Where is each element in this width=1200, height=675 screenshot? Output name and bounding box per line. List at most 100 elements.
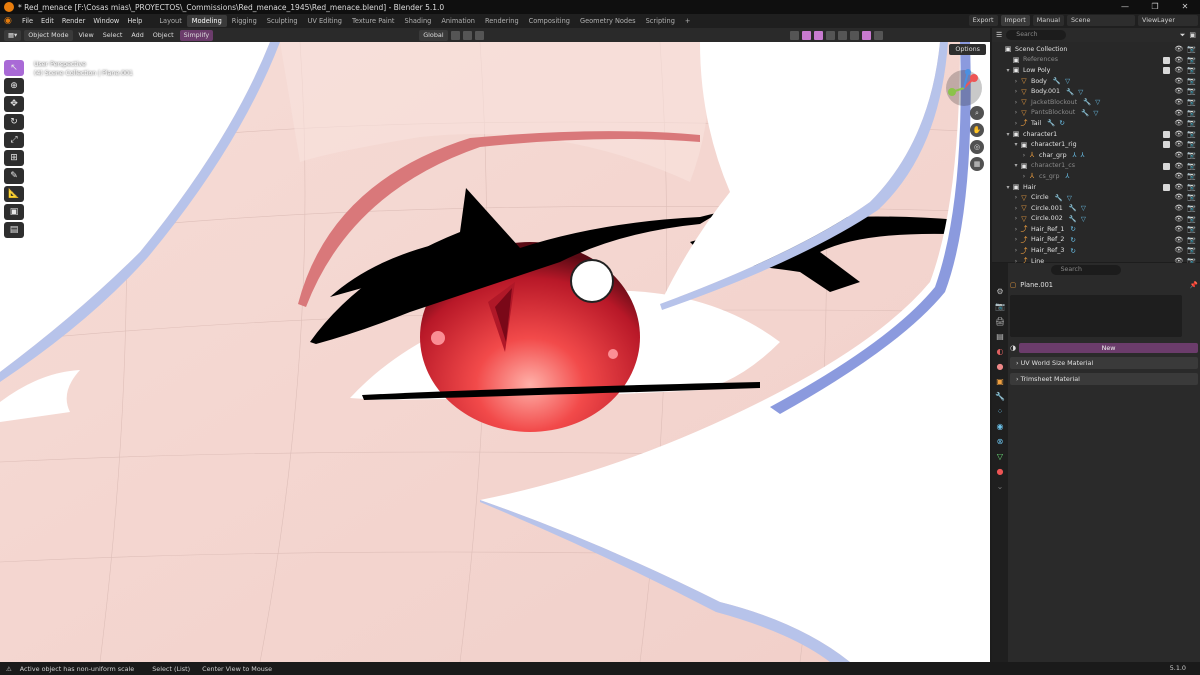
more-tabs-icon[interactable]: ⌄: [995, 482, 1005, 492]
tab-sculpting[interactable]: Sculpting: [262, 15, 303, 27]
add-workspace-button[interactable]: +: [680, 15, 696, 27]
tab-rigging[interactable]: Rigging: [227, 15, 262, 27]
zoom-icon[interactable]: ⌕: [970, 106, 984, 120]
outliner-row[interactable]: ▾ ▣ Low Poly 👁 📷: [992, 65, 1200, 76]
outliner-row[interactable]: › ⤴ Hair_Ref_3 ↻ 👁 📷: [992, 245, 1200, 256]
shading-rendered-icon[interactable]: [873, 30, 883, 40]
menu-render[interactable]: Render: [58, 17, 89, 25]
properties-search-input[interactable]: Search: [1050, 265, 1121, 275]
snap-icon[interactable]: [462, 30, 472, 40]
add-cube-alt-tool-icon[interactable]: ▤: [4, 222, 24, 238]
expand-toggle-icon[interactable]: ›: [1012, 226, 1020, 233]
outliner-row[interactable]: › ⅄ cs_grp ⅄ 👁 📷: [992, 171, 1200, 182]
eye-icon[interactable]: 👁: [1174, 172, 1183, 180]
scene-selector[interactable]: Scene: [1067, 15, 1135, 26]
outliner-row[interactable]: ▾ ▣ character1_cs 👁 📷: [992, 161, 1200, 172]
expand-toggle-icon[interactable]: ›: [1012, 109, 1020, 116]
menu-add[interactable]: Add: [128, 31, 146, 39]
editor-type-button[interactable]: ▦▾: [4, 29, 22, 41]
outliner-row[interactable]: ▾ ▣ Hair 👁 📷: [992, 182, 1200, 193]
menu-select[interactable]: Select: [100, 31, 126, 39]
material-slot-list[interactable]: [1010, 295, 1182, 337]
maximize-button[interactable]: ❐: [1140, 0, 1170, 14]
tab-scripting[interactable]: Scripting: [641, 15, 680, 27]
outliner-row[interactable]: ▣ References 👁 📷: [992, 55, 1200, 66]
eye-icon[interactable]: 👁: [1174, 193, 1183, 201]
eye-icon[interactable]: 👁: [1174, 151, 1183, 159]
add-cube-tool-icon[interactable]: ▣: [4, 204, 24, 220]
scale-tool-icon[interactable]: ⤢: [4, 132, 24, 148]
world-tab-icon[interactable]: ●: [995, 362, 1005, 372]
proportional-edit-icon[interactable]: [474, 30, 484, 40]
outliner-row[interactable]: ▣ Scene Collection 👁 📷: [992, 44, 1200, 55]
eye-icon[interactable]: 👁: [1174, 109, 1183, 117]
import-button[interactable]: Import: [1000, 15, 1030, 26]
camera-icon[interactable]: 📷: [1187, 98, 1196, 106]
eye-icon[interactable]: 👁: [1174, 77, 1183, 85]
tab-geometry-nodes[interactable]: Geometry Nodes: [575, 15, 641, 27]
modifier-tab-icon[interactable]: 🔧: [995, 392, 1005, 402]
new-material-button[interactable]: New: [1019, 343, 1198, 353]
view-layer-tab-icon[interactable]: ▤: [995, 332, 1005, 342]
pan-hand-icon[interactable]: ✋: [970, 123, 984, 137]
menu-help[interactable]: Help: [123, 17, 146, 25]
expand-toggle-icon[interactable]: ▾: [1004, 184, 1012, 191]
camera-icon[interactable]: 📷: [1187, 225, 1196, 233]
expand-toggle-icon[interactable]: ▾: [1004, 131, 1012, 138]
eye-icon[interactable]: 👁: [1174, 66, 1183, 74]
shading-material-icon[interactable]: [861, 30, 871, 40]
outliner-row[interactable]: ▾ ▣ character1_rig 👁 📷: [992, 139, 1200, 150]
eye-icon[interactable]: 👁: [1174, 183, 1183, 191]
tab-rendering[interactable]: Rendering: [480, 15, 524, 27]
menu-edit[interactable]: Edit: [37, 17, 58, 25]
select-box-tool-icon[interactable]: ↖: [4, 60, 24, 76]
shading-solid-icon[interactable]: [849, 30, 859, 40]
expand-toggle-icon[interactable]: ›: [1012, 194, 1020, 201]
scene-tab-icon[interactable]: ◐: [995, 347, 1005, 357]
menu-window[interactable]: Window: [89, 17, 123, 25]
camera-icon[interactable]: 📷: [1187, 204, 1196, 212]
eye-icon[interactable]: 👁: [1174, 56, 1183, 64]
outliner-row[interactable]: › ⤴ Tail 🔧 ↻ 👁 📷: [992, 118, 1200, 129]
output-tab-icon[interactable]: 🖨: [995, 317, 1005, 327]
menu-object[interactable]: Object: [150, 31, 177, 39]
exclude-checkbox[interactable]: [1163, 183, 1171, 191]
outliner-row[interactable]: › ⤴ Hair_Ref_2 ↻ 👁 📷: [992, 235, 1200, 246]
tab-shading[interactable]: Shading: [400, 15, 437, 27]
expand-toggle-icon[interactable]: ▾: [1004, 67, 1012, 74]
eye-icon[interactable]: 👁: [1174, 130, 1183, 138]
exclude-checkbox[interactable]: [1163, 130, 1171, 138]
render-tab-icon[interactable]: 📷: [995, 302, 1005, 312]
eye-icon[interactable]: 👁: [1174, 204, 1183, 212]
blender-menu-icon[interactable]: ◉: [4, 16, 14, 26]
expand-toggle-icon[interactable]: ›: [1012, 215, 1020, 222]
eye-icon[interactable]: 👁: [1174, 98, 1183, 106]
exclude-checkbox[interactable]: [1163, 56, 1171, 64]
tab-uv-editing[interactable]: UV Editing: [303, 15, 347, 27]
3d-viewport[interactable]: User Perspective (4) Scene Collection | …: [0, 42, 990, 662]
orientation-selector[interactable]: Global: [419, 29, 448, 41]
camera-icon[interactable]: 📷: [1187, 183, 1196, 191]
annotate-tool-icon[interactable]: ✎: [4, 168, 24, 184]
pin-icon[interactable]: 📌: [1190, 279, 1198, 291]
camera-icon[interactable]: 📷: [1187, 66, 1196, 74]
camera-icon[interactable]: 📷: [1187, 172, 1196, 180]
camera-icon[interactable]: 📷: [1187, 151, 1196, 159]
expand-toggle-icon[interactable]: ▾: [1012, 162, 1020, 169]
camera-icon[interactable]: ◎: [970, 140, 984, 154]
visibility-icon[interactable]: [789, 30, 799, 40]
expand-toggle-icon[interactable]: ›: [1012, 99, 1020, 106]
camera-icon[interactable]: 📷: [1187, 45, 1196, 53]
filter-icon[interactable]: ⏷: [1180, 31, 1186, 40]
move-tool-icon[interactable]: ✥: [4, 96, 24, 112]
viewlayer-selector[interactable]: ViewLayer: [1138, 15, 1198, 26]
camera-icon[interactable]: 📷: [1187, 140, 1196, 148]
overlay-icon[interactable]: [813, 30, 823, 40]
shading-wireframe-icon[interactable]: [837, 30, 847, 40]
close-button[interactable]: ✕: [1170, 0, 1200, 14]
outliner-row[interactable]: ▾ ▣ character1 👁 📷: [992, 129, 1200, 140]
expand-toggle-icon[interactable]: ›: [1012, 236, 1020, 243]
new-collection-icon[interactable]: ▣: [1189, 31, 1196, 39]
expand-toggle-icon[interactable]: ›: [1020, 152, 1028, 159]
eye-icon[interactable]: 👁: [1174, 215, 1183, 223]
